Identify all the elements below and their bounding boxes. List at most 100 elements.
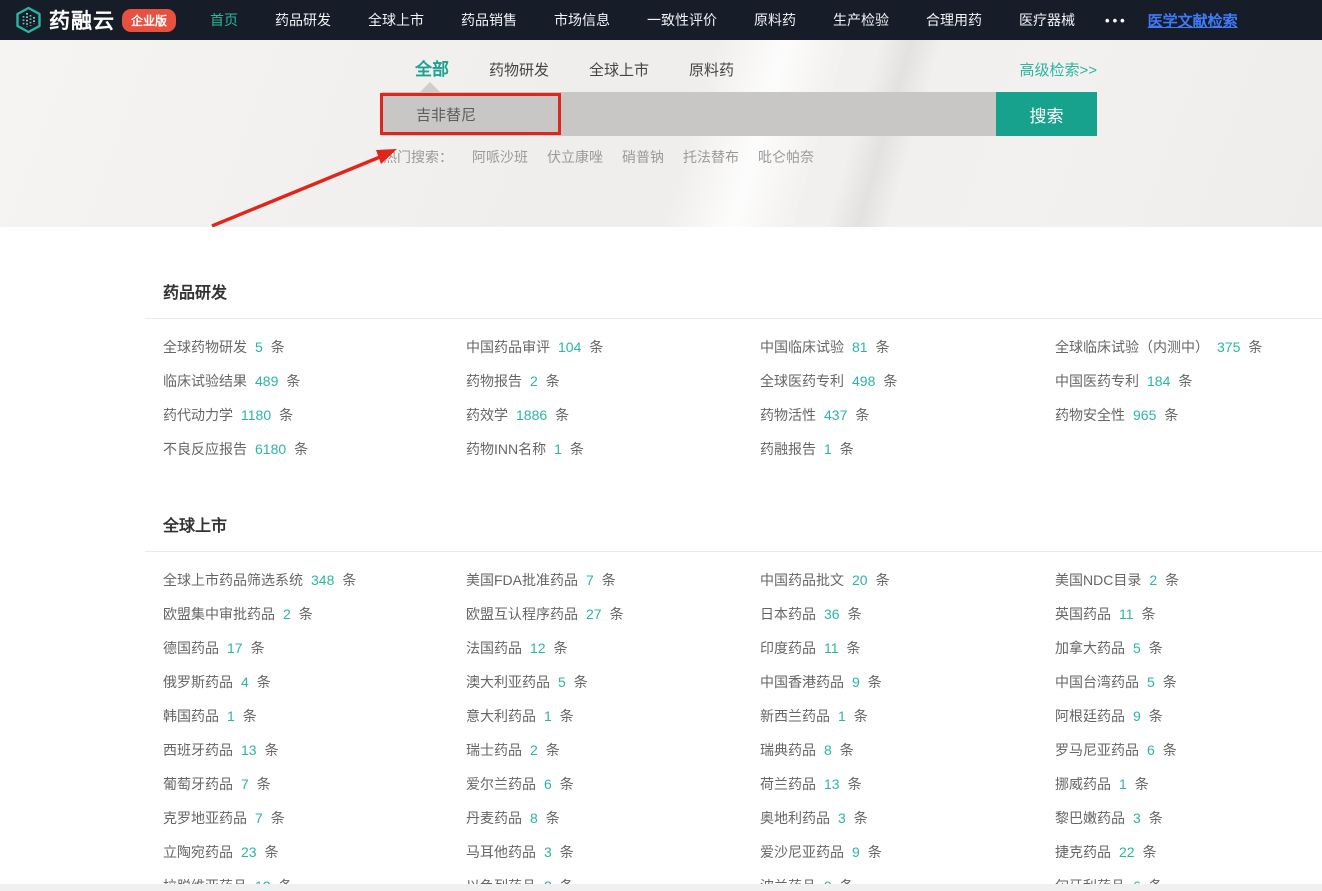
search-scope-tabs: 全部 药物研发 全球上市 原料药	[415, 55, 734, 80]
result-section: 药品研发全球药物研发5条中国药品审评104条中国临床试验81条全球临床试验（内测…	[145, 227, 1322, 472]
result-item-label: 欧盟互认程序药品	[466, 604, 578, 624]
result-item[interactable]: 美国NDC目录2条	[1055, 563, 1322, 597]
result-item-unit: 条	[1149, 638, 1163, 658]
result-item[interactable]: 奥地利药品3条	[760, 801, 1055, 835]
result-item[interactable]: 阿根廷药品9条	[1055, 699, 1322, 733]
result-item[interactable]: 挪威药品1条	[1055, 767, 1322, 801]
result-item-unit: 条	[243, 706, 257, 726]
result-item[interactable]: 克罗地亚药品7条	[163, 801, 466, 835]
result-item[interactable]: 药代动力学1180条	[163, 398, 466, 432]
hot-search-item[interactable]: 托法替布	[683, 147, 739, 167]
result-item[interactable]: 中国临床试验81条	[760, 330, 1055, 364]
nav-item-3[interactable]: 药品销售	[461, 10, 517, 30]
result-item[interactable]: 药物安全性965条	[1055, 398, 1322, 432]
result-item[interactable]: 立陶宛药品23条	[163, 835, 466, 869]
result-item[interactable]: 全球临床试验（内测中）375条	[1055, 330, 1322, 364]
result-item[interactable]: 澳大利亚药品5条	[466, 665, 760, 699]
result-item[interactable]: 韩国药品1条	[163, 699, 466, 733]
result-item[interactable]: 美国FDA批准药品7条	[466, 563, 760, 597]
result-item[interactable]: 药物INN名称1条	[466, 432, 760, 466]
nav-item-5[interactable]: 一致性评价	[647, 10, 717, 30]
result-item-label: 瑞典药品	[760, 740, 816, 760]
search-tab-2[interactable]: 全球上市	[589, 59, 649, 80]
result-item[interactable]: 法国药品12条	[466, 631, 760, 665]
hot-search-item[interactable]: 硝普钠	[622, 147, 664, 167]
result-item[interactable]: 爱沙尼亚药品9条	[760, 835, 1055, 869]
nav-item-9[interactable]: 医疗器械	[1019, 10, 1075, 30]
advanced-search-link[interactable]: 高级检索>>	[1019, 59, 1097, 80]
result-item[interactable]: 瑞士药品2条	[466, 733, 760, 767]
result-item-count: 6	[1147, 742, 1155, 758]
result-item[interactable]: 西班牙药品13条	[163, 733, 466, 767]
section-items-grid: 全球药物研发5条中国药品审评104条中国临床试验81条全球临床试验（内测中）37…	[145, 319, 1322, 472]
enterprise-badge: 企业版	[122, 9, 176, 32]
result-item[interactable]: 爱尔兰药品6条	[466, 767, 760, 801]
result-item[interactable]: 全球药物研发5条	[163, 330, 466, 364]
result-item[interactable]: 意大利药品1条	[466, 699, 760, 733]
result-item[interactable]: 中国香港药品9条	[760, 665, 1055, 699]
nav-item-2[interactable]: 全球上市	[368, 10, 424, 30]
result-item[interactable]: 新西兰药品1条	[760, 699, 1055, 733]
result-item-unit: 条	[855, 405, 869, 425]
result-item-label: 药物活性	[760, 405, 816, 425]
result-item[interactable]: 日本药品36条	[760, 597, 1055, 631]
result-item[interactable]: 黎巴嫩药品3条	[1055, 801, 1322, 835]
result-item[interactable]: 全球上市药品筛选系统348条	[163, 563, 466, 597]
result-item[interactable]: 中国台湾药品5条	[1055, 665, 1322, 699]
hot-search-item[interactable]: 伏立康唑	[547, 147, 603, 167]
result-item[interactable]: 药物活性437条	[760, 398, 1055, 432]
result-item[interactable]: 中国药品审评104条	[466, 330, 760, 364]
result-item[interactable]: 马耳他药品3条	[466, 835, 760, 869]
result-item-count: 7	[255, 810, 263, 826]
nav-item-0[interactable]: 首页	[210, 10, 238, 30]
result-item[interactable]: 欧盟集中审批药品2条	[163, 597, 466, 631]
result-item[interactable]: 药效学1886条	[466, 398, 760, 432]
result-item[interactable]: 不良反应报告6180条	[163, 432, 466, 466]
result-item[interactable]: 加拿大药品5条	[1055, 631, 1322, 665]
result-item[interactable]: 捷克药品22条	[1055, 835, 1322, 869]
result-item[interactable]: 俄罗斯药品4条	[163, 665, 466, 699]
result-item-count: 2	[283, 606, 291, 622]
result-item-label: 丹麦药品	[466, 808, 522, 828]
result-item[interactable]: 中国医药专利184条	[1055, 364, 1322, 398]
result-item[interactable]: 荷兰药品13条	[760, 767, 1055, 801]
result-item[interactable]: 罗马尼亚药品6条	[1055, 733, 1322, 767]
result-item-unit: 条	[560, 774, 574, 794]
result-item-label: 意大利药品	[466, 706, 536, 726]
result-item-unit: 条	[1149, 808, 1163, 828]
result-item[interactable]: 药融报告1条	[760, 432, 1055, 466]
search-tab-3[interactable]: 原料药	[689, 59, 734, 80]
search-tab-0[interactable]: 全部	[415, 55, 449, 80]
search-input[interactable]	[382, 92, 996, 136]
result-item[interactable]: 德国药品17条	[163, 631, 466, 665]
result-item[interactable]: 中国药品批文20条	[760, 563, 1055, 597]
result-item-unit: 条	[257, 672, 271, 692]
result-item[interactable]: 英国药品11条	[1055, 597, 1322, 631]
result-item[interactable]: 印度药品11条	[760, 631, 1055, 665]
search-tab-1[interactable]: 药物研发	[489, 59, 549, 80]
nav-item-6[interactable]: 原料药	[754, 10, 796, 30]
hot-search-item[interactable]: 阿哌沙班	[472, 147, 528, 167]
nav-item-7[interactable]: 生产检验	[833, 10, 889, 30]
nav-item-1[interactable]: 药品研发	[275, 10, 331, 30]
result-item[interactable]: 葡萄牙药品7条	[163, 767, 466, 801]
logo[interactable]: 药融云 企业版	[15, 5, 176, 35]
result-item-unit: 条	[560, 706, 574, 726]
result-item-count: 27	[586, 606, 602, 622]
result-item-count: 9	[1133, 708, 1141, 724]
result-item[interactable]: 全球医药专利498条	[760, 364, 1055, 398]
result-item[interactable]: 丹麦药品8条	[466, 801, 760, 835]
nav-item-8[interactable]: 合理用药	[926, 10, 982, 30]
nav-item-4[interactable]: 市场信息	[554, 10, 610, 30]
result-item-unit: 条	[554, 638, 568, 658]
hot-search-item[interactable]: 吡仑帕奈	[758, 147, 814, 167]
result-item[interactable]: 临床试验结果489条	[163, 364, 466, 398]
nav-more-ellipsis-icon[interactable]: •••	[1105, 13, 1128, 28]
result-item-label: 澳大利亚药品	[466, 672, 550, 692]
result-item-label: 药物INN名称	[466, 439, 546, 459]
search-button[interactable]: 搜索	[996, 92, 1097, 136]
result-item[interactable]: 欧盟互认程序药品27条	[466, 597, 760, 631]
result-item[interactable]: 药物报告2条	[466, 364, 760, 398]
medical-literature-link[interactable]: 医学文献检索	[1148, 10, 1238, 31]
result-item[interactable]: 瑞典药品8条	[760, 733, 1055, 767]
